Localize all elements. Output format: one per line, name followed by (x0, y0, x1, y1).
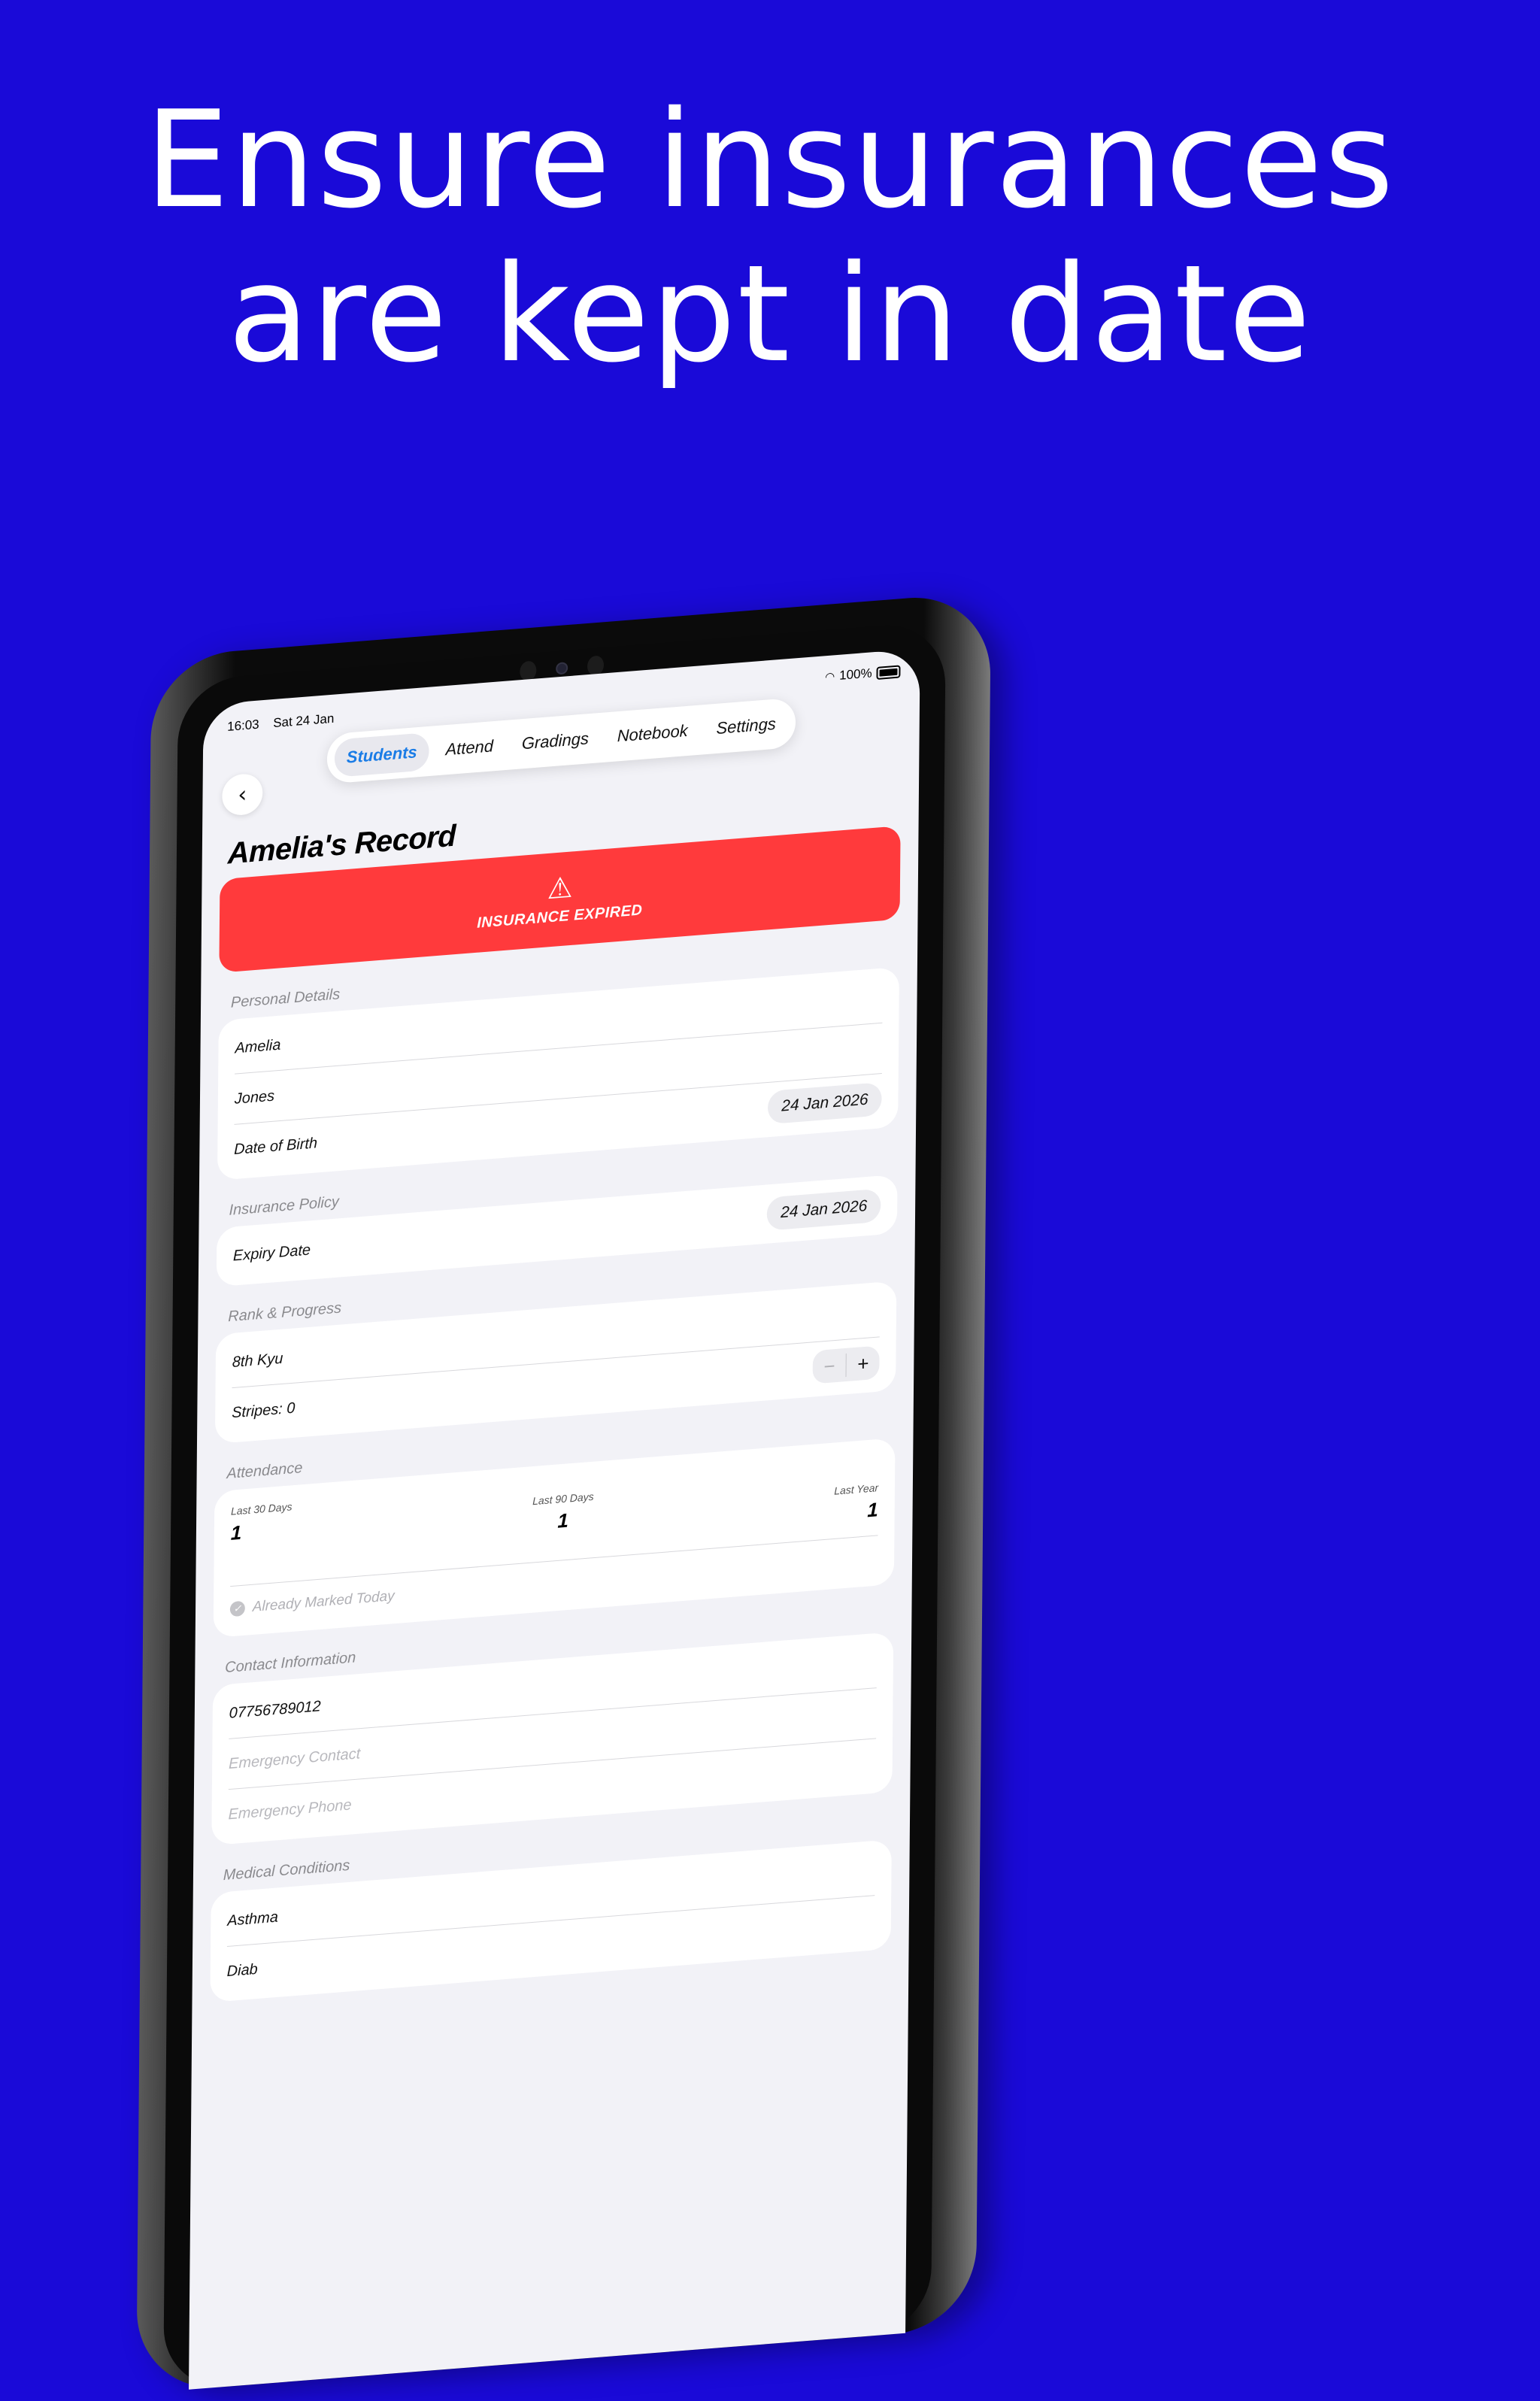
dob-label: Date of Birth (234, 1134, 318, 1158)
emergency-contact-placeholder: Emergency Contact (229, 1745, 361, 1772)
status-date: Sat 24 Jan (273, 711, 335, 731)
stat-last-year: Last Year 1 (834, 1481, 878, 1525)
headline: Ensure insurances are kept in date (0, 83, 1540, 391)
stripes-increment-button[interactable]: + (847, 1351, 880, 1377)
first-name-value: Amelia (235, 1036, 281, 1057)
device-mockup: 16:03 Sat 24 Jan ◠ 100% Students Attend … (39, 524, 1179, 2394)
status-bar-right: ◠ 100% (825, 663, 901, 684)
stripes-stepper: − + (812, 1345, 880, 1384)
medical-item-value: Asthma (227, 1908, 278, 1930)
back-button[interactable]: ‹ (222, 772, 263, 817)
status-time: 16:03 (227, 717, 259, 734)
stat-label: Last 90 Days (532, 1490, 594, 1508)
checkmark-icon: ✓ (229, 1600, 245, 1617)
stat-label: Last 30 Days (230, 1500, 293, 1517)
stripes-decrement-button[interactable]: − (812, 1353, 847, 1380)
headline-line-1: Ensure insurances (144, 82, 1396, 238)
tab-attend[interactable]: Attend (433, 726, 505, 770)
last-name-value: Jones (234, 1087, 275, 1108)
expiry-label: Expiry Date (232, 1241, 311, 1265)
status-bar-left: 16:03 Sat 24 Jan (227, 711, 344, 735)
battery-percent: 100% (839, 665, 872, 683)
medical-item-value: Diab (226, 1960, 258, 1980)
stat-last-90-days: Last 90 Days 1 (532, 1490, 594, 1549)
device-bezel: 16:03 Sat 24 Jan ◠ 100% Students Attend … (163, 620, 946, 2392)
dob-date-picker[interactable]: 24 Jan 2026 (768, 1082, 882, 1125)
tab-gradings[interactable]: Gradings (510, 719, 601, 764)
stat-label: Last Year (834, 1481, 879, 1497)
device-frame: 16:03 Sat 24 Jan ◠ 100% Students Attend … (136, 591, 991, 2394)
stat-value: 1 (867, 1498, 878, 1522)
warning-icon: ⚠ (547, 871, 573, 905)
stat-value: 1 (557, 1508, 568, 1532)
rank-value: 8th Kyu (232, 1350, 283, 1371)
wifi-icon: ◠ (825, 670, 835, 684)
headline-line-2: are kept in date (227, 236, 1313, 392)
tab-settings[interactable]: Settings (704, 704, 788, 748)
emergency-phone-placeholder: Emergency Phone (228, 1796, 352, 1823)
battery-icon (876, 664, 901, 680)
marked-text: Already Marked Today (252, 1588, 395, 1615)
tab-students[interactable]: Students (334, 732, 429, 778)
tab-bar: Students Attend Gradings Notebook Settin… (326, 697, 796, 784)
camera-icon (556, 662, 568, 675)
stripes-label: Stripes: 0 (232, 1399, 296, 1421)
stat-last-30-days: Last 30 Days 1 (230, 1500, 293, 1572)
expiry-date-picker[interactable]: 24 Jan 2026 (766, 1188, 881, 1231)
alert-text: INSURANCE EXPIRED (477, 901, 643, 932)
record-content: Amelia's Record ⚠ INSURANCE EXPIRED Pers… (210, 784, 901, 2002)
chevron-left-icon: ‹ (238, 781, 247, 808)
app-screen: 16:03 Sat 24 Jan ◠ 100% Students Attend … (189, 648, 920, 2390)
stat-value: 1 (230, 1520, 242, 1545)
phone-value: 07756789012 (229, 1697, 321, 1722)
tab-notebook[interactable]: Notebook (605, 711, 700, 756)
